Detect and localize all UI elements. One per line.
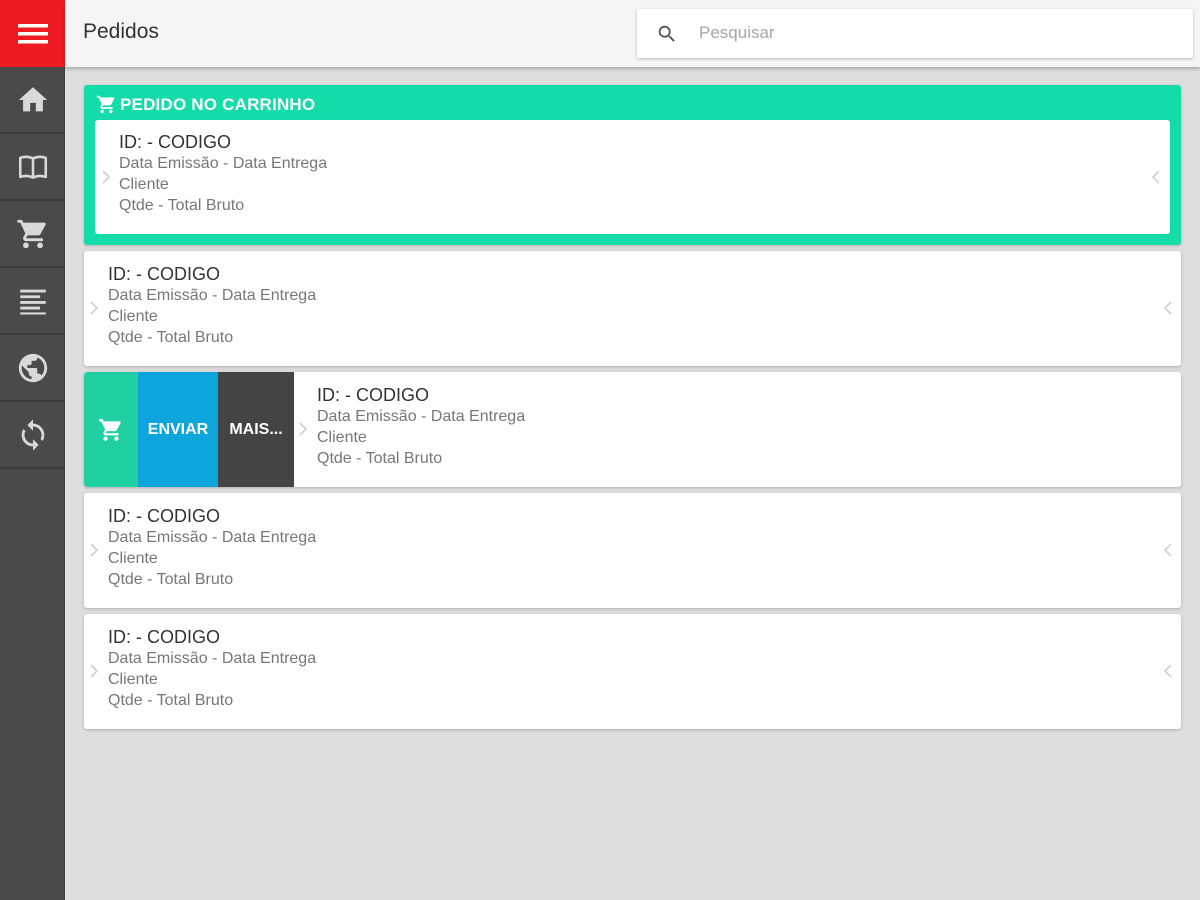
search-input[interactable] (699, 20, 1169, 46)
search-icon (658, 25, 675, 42)
order-details: ID: - CODIGO Data Emissão - Data Entrega… (108, 627, 316, 711)
order-dates: Data Emissão - Data Entrega (108, 650, 317, 667)
order-id: ID: - CODIGO (119, 132, 231, 152)
order-client: Cliente (108, 671, 158, 688)
shopping-cart-icon (99, 418, 121, 441)
order-dates: Data Emissão - Data Entrega (119, 155, 328, 172)
top-bar: Pedidos (65, 0, 1200, 67)
order-totals: Qtde - Total Bruto (108, 329, 234, 346)
order-dates: Data Emissão - Data Entrega (108, 529, 317, 546)
sidebar-item-globe[interactable] (0, 335, 65, 402)
order-totals: Qtde - Total Bruto (119, 197, 245, 214)
page-title: Pedidos (83, 20, 159, 43)
more-button[interactable]: MAIS... (218, 372, 294, 487)
chevron-left-icon (1151, 170, 1160, 184)
chevron-right-icon (102, 170, 111, 184)
sidebar (0, 0, 65, 900)
order-id: ID: - CODIGO (108, 506, 220, 526)
chevron-left-icon (1163, 543, 1172, 557)
order-details: ID: - CODIGO Data Emissão - Data Entrega… (317, 385, 525, 469)
sidebar-item-sync[interactable] (0, 402, 65, 469)
search-box[interactable] (637, 9, 1193, 58)
sidebar-item-cart[interactable] (0, 201, 65, 268)
send-button[interactable]: ENVIAR (138, 372, 218, 487)
sidebar-item-home[interactable] (0, 67, 65, 134)
chevron-right-icon (90, 664, 99, 678)
order-details: ID: - CODIGO Data Emissão - Data Entrega… (108, 264, 316, 348)
order-id: ID: - CODIGO (108, 264, 220, 284)
order-client: Cliente (108, 308, 158, 325)
order-card[interactable]: ID: - CODIGO Data Emissão - Data Entrega… (84, 251, 1181, 366)
order-card[interactable]: ID: - CODIGO Data Emissão - Data Entrega… (84, 614, 1181, 729)
sidebar-item-catalog[interactable] (0, 134, 65, 201)
list-lines-icon (19, 289, 46, 314)
cart-header: PEDIDO NO CARRINHO (96, 94, 315, 115)
order-card[interactable]: ID: - CODIGO Data Emissão - Data Entrega… (84, 493, 1181, 608)
order-totals: Qtde - Total Bruto (108, 692, 234, 709)
globe-icon (18, 353, 47, 382)
cart-order-section: PEDIDO NO CARRINHO ID: - CODIGO Data Emi… (84, 85, 1181, 245)
order-id: ID: - CODIGO (317, 385, 429, 405)
send-button-label: ENVIAR (147, 420, 209, 438)
order-id: ID: - CODIGO (108, 627, 220, 647)
shopping-cart-icon (16, 219, 46, 248)
order-dates: Data Emissão - Data Entrega (108, 287, 317, 304)
order-client: Cliente (119, 176, 169, 193)
chevron-left-icon (1163, 301, 1172, 315)
order-dates: Data Emissão - Data Entrega (317, 408, 526, 425)
home-icon (18, 86, 47, 111)
order-details: ID: - CODIGO Data Emissão - Data Entrega… (108, 506, 316, 590)
menu-icon (17, 23, 48, 43)
catalog-book-icon (18, 155, 47, 179)
sync-icon (21, 418, 44, 451)
order-card-swiped[interactable]: ENVIAR MAIS... ID: - CODIGO Data Emissão… (84, 372, 1181, 487)
chevron-right-icon (90, 301, 99, 315)
cart-order-card[interactable]: ID: - CODIGO Data Emissão - Data Entrega… (95, 120, 1170, 234)
shopping-cart-icon (96, 95, 115, 114)
order-client: Cliente (108, 550, 158, 567)
order-totals: Qtde - Total Bruto (317, 450, 443, 467)
add-to-cart-button[interactable] (84, 372, 138, 487)
chevron-left-icon (1163, 664, 1172, 678)
cart-section-label: PEDIDO NO CARRINHO (120, 94, 316, 114)
order-client: Cliente (317, 429, 367, 446)
chevron-right-icon (90, 543, 99, 557)
order-details: ID: - CODIGO Data Emissão - Data Entrega… (119, 132, 327, 216)
sidebar-item-list[interactable] (0, 268, 65, 335)
chevron-right-icon (299, 422, 308, 436)
more-button-label: MAIS... (229, 420, 283, 438)
order-totals: Qtde - Total Bruto (108, 571, 234, 588)
menu-button[interactable] (0, 0, 65, 67)
